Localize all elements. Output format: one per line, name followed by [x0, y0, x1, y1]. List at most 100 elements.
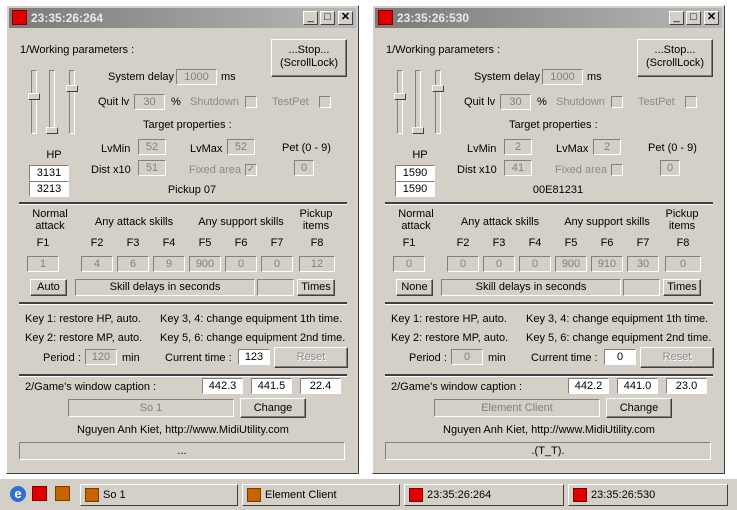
pet-field[interactable]: 0 — [660, 160, 680, 176]
fkey-delay-field[interactable]: 4 — [81, 256, 113, 272]
slider-thumb[interactable] — [394, 93, 406, 100]
minimize-button[interactable]: _ — [669, 11, 684, 25]
slider-2[interactable] — [46, 70, 58, 134]
working-params-heading: 1/Working parameters : — [20, 44, 135, 56]
fkey-delay-field[interactable]: 0 — [225, 256, 257, 272]
quit-lv-field[interactable]: 30 — [500, 94, 531, 110]
fkey-label: F1 — [402, 237, 416, 249]
system-delay-field[interactable]: 1000 — [542, 69, 583, 85]
maximize-button[interactable]: □ — [686, 11, 701, 25]
fkey-delay-field[interactable]: 1 — [27, 256, 59, 272]
fkey-label: F7 — [270, 237, 284, 249]
slider-2[interactable] — [412, 70, 424, 134]
lvmax-field[interactable]: 52 — [227, 139, 255, 155]
system-delay-field[interactable]: 1000 — [176, 69, 217, 85]
fkey-delay-field[interactable]: 0 — [665, 256, 701, 272]
target-name: Pickup 07 — [167, 184, 217, 196]
fixed-area-checkbox[interactable]: ✓ — [245, 164, 257, 176]
pet-label: Pet (0 - 9) — [648, 142, 697, 154]
close-button[interactable]: ✕ — [338, 11, 353, 25]
coord-z-field: 23.0 — [666, 378, 707, 394]
slider-thumb[interactable] — [28, 93, 40, 100]
dist-label: Dist x10 — [457, 164, 497, 176]
support-skills-heading: Any support skills — [564, 216, 650, 228]
period-field[interactable]: 120 — [85, 349, 117, 365]
testpet-checkbox[interactable] — [319, 96, 331, 108]
bot-window-2: 23:35:26:530 _ □ ✕ 1/Working parameters … — [372, 5, 725, 474]
red-quicklaunch-icon[interactable] — [32, 486, 47, 501]
reset-button[interactable]: Reset — [274, 347, 348, 368]
task-window-1[interactable]: 23:35:26:264 — [404, 484, 564, 506]
system-delay-label: System delay — [474, 71, 541, 83]
app-red-icon[interactable] — [12, 10, 27, 25]
hp-current-field: 3131 — [29, 165, 69, 181]
reset-button[interactable]: Reset — [640, 347, 714, 368]
change-button[interactable]: Change — [606, 398, 672, 418]
fkey-delay-field[interactable]: 900 — [189, 256, 221, 272]
pickup-items-heading: Pickup items — [299, 208, 333, 232]
app-quicklaunch-icon[interactable] — [55, 486, 70, 501]
dist-field[interactable]: 41 — [504, 160, 532, 176]
task-label: So 1 — [103, 489, 126, 501]
slider-1[interactable] — [28, 70, 40, 134]
title-bar[interactable]: 23:35:26:530 _ □ ✕ — [375, 8, 722, 28]
shutdown-checkbox[interactable] — [245, 96, 257, 108]
key1-text: Key 1: restore HP, auto. — [391, 313, 507, 325]
times-button[interactable]: Times — [663, 279, 701, 296]
slider-1[interactable] — [394, 70, 406, 134]
period-field[interactable]: 0 — [451, 349, 483, 365]
testpet-checkbox[interactable] — [685, 96, 697, 108]
slider-thumb[interactable] — [46, 127, 58, 134]
fkey-delay-field[interactable]: 12 — [299, 256, 335, 272]
quit-lv-field[interactable]: 30 — [134, 94, 165, 110]
pet-field[interactable]: 0 — [294, 160, 314, 176]
stop-button[interactable]: ...Stop... (ScrollLock) — [637, 39, 713, 77]
fkey-delay-field[interactable]: 0 — [261, 256, 293, 272]
task-element-client[interactable]: Element Client — [242, 484, 400, 506]
fkey-delay-field[interactable]: 910 — [591, 256, 623, 272]
dist-field[interactable]: 51 — [138, 160, 166, 176]
fkey-delay-field[interactable]: 6 — [117, 256, 149, 272]
fkey-delay-field[interactable]: 9 — [153, 256, 185, 272]
coord-y-field: 441.0 — [617, 378, 658, 394]
slider-thumb[interactable] — [66, 85, 78, 92]
slider-thumb[interactable] — [412, 127, 424, 134]
stop-button[interactable]: ...Stop... (ScrollLock) — [271, 39, 347, 77]
fixed-area-checkbox[interactable] — [611, 164, 623, 176]
app-red-icon[interactable] — [378, 10, 393, 25]
task-so1[interactable]: So 1 — [80, 484, 238, 506]
period-label: Period : — [43, 352, 81, 364]
lvmin-field[interactable]: 52 — [138, 139, 166, 155]
title-bar[interactable]: 23:35:26:264 _ □ ✕ — [9, 8, 356, 28]
lvmin-field[interactable]: 2 — [504, 139, 532, 155]
caption-field[interactable]: So 1 — [68, 399, 234, 417]
mode-button[interactable]: None — [396, 279, 433, 296]
slider-thumb[interactable] — [432, 85, 444, 92]
divider — [19, 374, 347, 377]
slider-3[interactable] — [432, 70, 444, 134]
times-button[interactable]: Times — [297, 279, 335, 296]
mode-button[interactable]: Auto — [30, 279, 67, 296]
fkey-delay-field[interactable]: 900 — [555, 256, 587, 272]
maximize-button[interactable]: □ — [320, 11, 335, 25]
fkey-delay-field[interactable]: 0 — [483, 256, 515, 272]
lvmin-label: LvMin — [467, 143, 497, 155]
shutdown-checkbox[interactable] — [611, 96, 623, 108]
change-button[interactable]: Change — [240, 398, 306, 418]
fkey-delay-field[interactable]: 0 — [519, 256, 551, 272]
close-button[interactable]: ✕ — [704, 11, 719, 25]
fkey-delay-field[interactable]: 30 — [627, 256, 659, 272]
slider-3[interactable] — [66, 70, 78, 134]
minimize-button[interactable]: _ — [303, 11, 318, 25]
caption-field[interactable]: Element Client — [434, 399, 600, 417]
key56-text: Key 5, 6: change equipment 2nd time. — [526, 332, 712, 344]
task-label: 23:35:26:530 — [591, 489, 656, 501]
ie-quicklaunch-icon[interactable]: e — [10, 486, 26, 502]
coord-y-field: 441.5 — [251, 378, 292, 394]
fkey-delay-field[interactable]: 0 — [447, 256, 479, 272]
fkey-delay-field[interactable]: 0 — [393, 256, 425, 272]
task-window-2[interactable]: 23:35:26:530 — [568, 484, 728, 506]
system-delay-label: System delay — [108, 71, 175, 83]
task-label: Element Client — [265, 489, 337, 501]
lvmax-field[interactable]: 2 — [593, 139, 621, 155]
